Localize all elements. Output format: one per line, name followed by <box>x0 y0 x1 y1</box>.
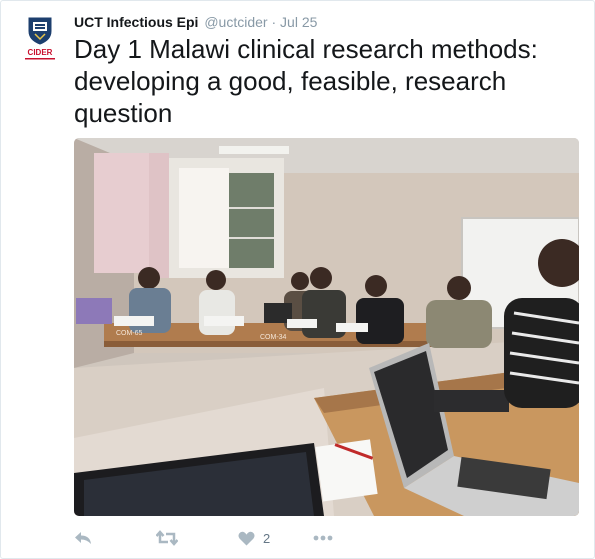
more-dots-icon <box>313 535 333 541</box>
tweet-text: Day 1 Malawi clinical research methods: … <box>74 34 538 128</box>
reply-icon <box>74 530 92 546</box>
avatar[interactable]: CIDER <box>23 15 57 63</box>
retweet-button[interactable] <box>156 527 178 549</box>
desk-label-com-65: COM-65 <box>116 330 143 337</box>
tweet-card[interactable]: CIDER UCT Infectious Epi @uctcider · Jul… <box>0 0 595 559</box>
author-handle[interactable]: @uctcider <box>204 14 267 30</box>
tweet-photo[interactable]: COM-65 COM-34 <box>74 138 579 516</box>
author-name[interactable]: UCT Infectious Epi <box>74 14 198 30</box>
retweet-icon <box>156 530 178 546</box>
like-button[interactable]: 2 <box>238 527 270 549</box>
heart-icon <box>238 531 255 546</box>
reply-button[interactable] <box>74 527 92 549</box>
desk-label-com-34: COM-34 <box>260 334 287 341</box>
more-button[interactable] <box>313 527 333 549</box>
separator-dot: · <box>271 14 277 30</box>
tweet-actions: 2 <box>74 527 474 549</box>
tweet-header: UCT Infectious Epi @uctcider · Jul 25 <box>74 13 317 31</box>
avatar-label: CIDER <box>28 48 53 57</box>
tweet-timestamp[interactable]: Jul 25 <box>280 14 317 30</box>
like-count: 2 <box>263 530 271 546</box>
